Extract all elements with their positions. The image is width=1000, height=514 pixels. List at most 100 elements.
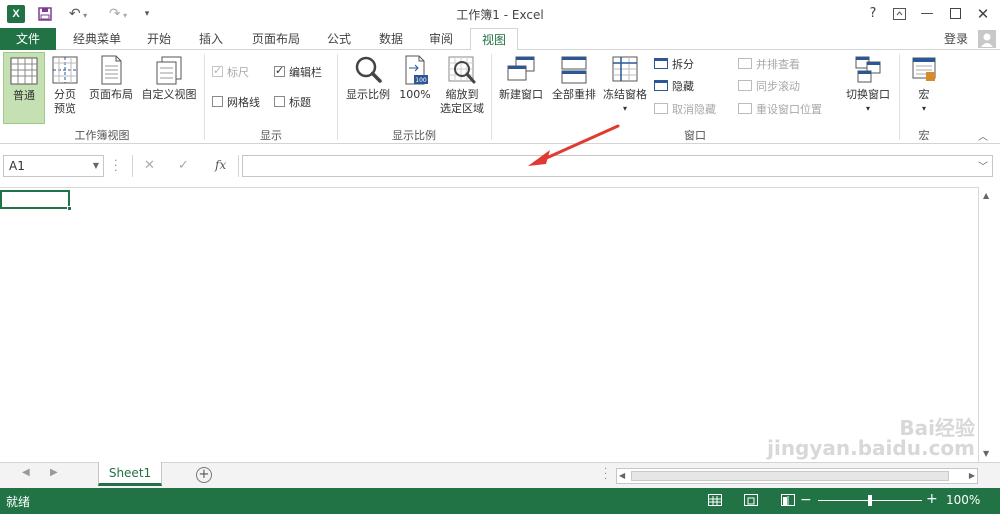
cancel-icon[interactable]: ✕	[144, 158, 155, 173]
magnifier-icon	[353, 54, 383, 86]
group-label-macros: 宏	[918, 129, 930, 142]
vertical-scrollbar[interactable]: ▲ ▼	[978, 187, 997, 462]
tab-page-layout[interactable]: 页面布局	[244, 28, 308, 50]
scroll-left-icon[interactable]: ◀	[619, 471, 625, 480]
zoom-in-icon[interactable]: +	[926, 491, 938, 507]
user-avatar-icon[interactable]	[978, 30, 996, 48]
zoom-level[interactable]: 100%	[946, 493, 980, 507]
macros-button[interactable]: 宏 ▾	[904, 52, 944, 122]
switch-windows-button[interactable]: 切换窗口 ▾	[842, 52, 894, 122]
switch-windows-icon	[853, 54, 883, 86]
arrange-all-label: 全部重排	[552, 88, 596, 101]
page-break-icon	[50, 54, 80, 86]
dropdown-arrow-icon: ▾	[865, 104, 870, 113]
horizontal-scrollbar[interactable]: ◀ ▶	[616, 468, 978, 484]
tab-file[interactable]: 文件	[0, 28, 56, 50]
side-by-side-icon	[738, 58, 752, 69]
zoom-100-button[interactable]: 100 100%	[396, 52, 434, 122]
ribbon: 普通 分页 预览 页面布局 自定义视图 工作簿视图 ✓ 标尺 ✓ 编辑栏 网格线 标…	[0, 50, 1000, 144]
normal-view-button[interactable]: 普通	[3, 52, 45, 124]
scroll-down-icon[interactable]: ▼	[983, 449, 989, 458]
collapse-ribbon-icon[interactable]: ︿	[978, 128, 992, 143]
sync-scroll-label: 同步滚动	[756, 80, 800, 93]
reset-position-label: 重设窗口位置	[756, 103, 822, 116]
gridlines-checkbox[interactable]: 网格线	[212, 94, 260, 112]
switch-windows-label: 切换窗口	[846, 88, 890, 101]
unhide-button[interactable]: 取消隐藏	[654, 101, 716, 119]
insert-function-icon[interactable]: fx	[215, 158, 226, 172]
tab-formulas[interactable]: 公式	[318, 28, 360, 50]
zoom-selection-icon	[447, 54, 477, 86]
tab-view[interactable]: 视图	[470, 28, 518, 51]
name-box[interactable]: A1 ▼	[3, 155, 104, 177]
freeze-panes-button[interactable]: 冻结窗格 ▾	[600, 52, 650, 122]
sheet-tab-bar: ◀ ▶ Sheet1 + · · · ◀ ▶	[0, 462, 1000, 488]
scrollbar-thumb[interactable]	[631, 471, 949, 481]
sheet-tab-sheet1[interactable]: Sheet1	[98, 462, 162, 486]
checkbox-icon	[274, 96, 285, 107]
zoom-button[interactable]: 显示比例	[342, 52, 394, 122]
tab-scroll-left-icon[interactable]: ◀	[22, 467, 30, 478]
status-ready: 就绪	[6, 495, 31, 509]
custom-views-button[interactable]: 自定义视图	[138, 52, 200, 122]
arrange-all-button[interactable]: 全部重排	[548, 52, 600, 122]
ruler-checkbox[interactable]: ✓ 标尺	[212, 64, 249, 82]
title-bar: X ↶ ▾ ↷ ▾ ▾ 工作簿1 - Excel ? — ✕	[0, 0, 1000, 28]
side-by-side-button[interactable]: 并排查看	[738, 56, 800, 74]
active-cell-a1[interactable]	[0, 190, 72, 211]
new-window-button[interactable]: 新建窗口	[495, 52, 547, 122]
svg-text:100: 100	[415, 77, 427, 84]
reset-window-position-button[interactable]: 重设窗口位置	[738, 101, 822, 119]
zoom-to-selection-button[interactable]: 缩放到 选定区域	[436, 52, 488, 122]
page-layout-view-button[interactable]: 页面布局	[85, 52, 137, 122]
unhide-icon	[654, 103, 668, 114]
page-break-status-icon[interactable]	[781, 494, 795, 506]
hide-button[interactable]: 隐藏	[654, 78, 694, 96]
tab-review[interactable]: 审阅	[420, 28, 462, 50]
custom-views-icon	[154, 54, 184, 86]
dropdown-arrow-icon: ▾	[622, 104, 627, 113]
expand-formula-bar-icon[interactable]: ﹀	[978, 158, 988, 173]
minimize-button[interactable]: —	[914, 3, 940, 25]
page-layout-label: 页面布局	[89, 88, 133, 101]
tab-classic-menu[interactable]: 经典菜单	[62, 28, 132, 50]
more-options-icon[interactable]: · · ·	[604, 465, 607, 485]
split-button[interactable]: 拆分	[654, 56, 694, 74]
tab-insert[interactable]: 插入	[190, 28, 232, 50]
name-box-dropdown-icon[interactable]: ▼	[93, 156, 99, 176]
tab-scroll-right-icon[interactable]: ▶	[50, 467, 58, 478]
normal-view-status-icon[interactable]	[708, 494, 722, 506]
gridlines-label: 网格线	[227, 96, 260, 109]
help-button[interactable]: ?	[860, 3, 886, 25]
zoom-slider-thumb[interactable]	[868, 495, 872, 506]
zoom-out-icon[interactable]: −	[800, 492, 812, 508]
maximize-button[interactable]	[942, 3, 968, 25]
tab-home[interactable]: 开始	[138, 28, 180, 50]
tab-data[interactable]: 数据	[370, 28, 412, 50]
annotation-arrow	[528, 124, 620, 166]
scroll-right-icon[interactable]: ▶	[969, 471, 975, 480]
page-layout-status-icon[interactable]	[744, 494, 758, 506]
macros-label: 宏	[918, 88, 930, 101]
sync-scroll-button[interactable]: 同步滚动	[738, 78, 800, 96]
worksheet-grid[interactable]: Bai经验 jingyan.baidu.com	[0, 187, 978, 462]
headings-checkbox[interactable]: 标题	[274, 94, 311, 112]
zoom-slider[interactable]	[818, 495, 922, 506]
sign-in-link[interactable]: 登录	[936, 28, 976, 50]
headings-label: 标题	[289, 96, 311, 109]
formula-bar-divider	[238, 155, 239, 177]
more-options-icon[interactable]: · · ·	[114, 155, 120, 176]
new-window-label: 新建窗口	[499, 88, 543, 101]
page-break-preview-button[interactable]: 分页 预览	[46, 52, 84, 122]
enter-icon[interactable]: ✓	[178, 158, 189, 173]
scroll-up-icon[interactable]: ▲	[983, 191, 989, 200]
normal-view-icon	[9, 55, 39, 87]
formula-bar-divider	[132, 155, 133, 177]
new-sheet-button[interactable]: +	[196, 467, 212, 483]
fill-handle[interactable]	[67, 206, 72, 211]
formula-bar-label: 编辑栏	[289, 66, 322, 79]
sync-scroll-icon	[738, 80, 752, 91]
ribbon-display-icon[interactable]	[886, 3, 912, 25]
formula-bar-checkbox[interactable]: ✓ 编辑栏	[274, 64, 322, 82]
close-button[interactable]: ✕	[970, 3, 996, 25]
